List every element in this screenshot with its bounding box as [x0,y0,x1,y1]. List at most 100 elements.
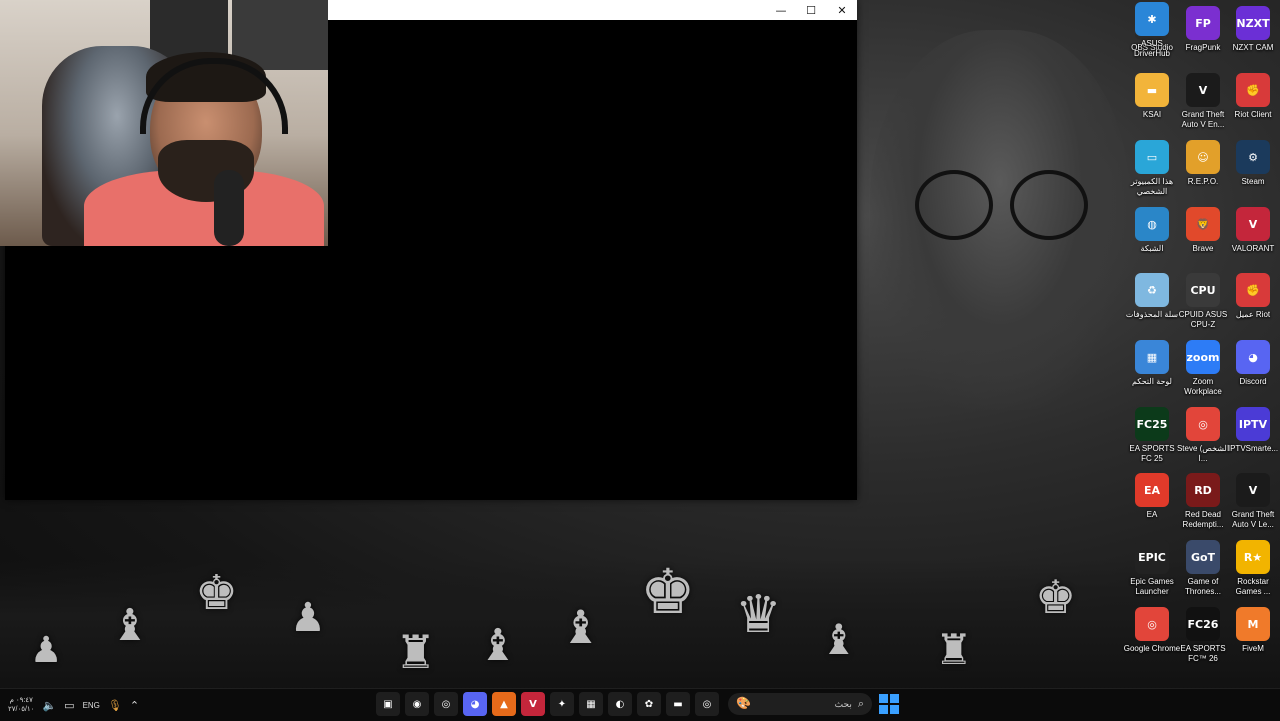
google-chrome-icon: ◎ [1135,607,1169,641]
brave-icon: 🦁 [1186,207,1220,241]
desktop-icon-label: هذا الكمبيوتر الشخصي [1130,177,1174,196]
gta-v-legacy-icon: V [1236,473,1270,507]
edge-taskbar-icon[interactable]: ◐ [608,692,632,716]
control-panel-icon: ▦ [1135,340,1169,374]
desktop-icon-label: ASUS DriverHub [1133,39,1170,58]
desktop-icon[interactable]: M FiveM [1228,607,1278,671]
language-indicator[interactable]: ENG [83,701,100,710]
desktop-icon[interactable]: ▬ KSAI [1127,73,1177,137]
game-of-thrones-icon: GoT [1186,540,1220,574]
desktop-icon-label: Riot Client [1234,110,1272,119]
riot-client-ar-icon: ✊ [1236,273,1270,307]
window-titlebar[interactable]: — ☐ ✕ [328,0,857,20]
desktop-icon[interactable]: CPU CPUID ASUS CPU-Z [1178,273,1228,337]
desktop-icon[interactable]: ✊ Riot Client [1228,73,1278,137]
chrome-2-taskbar-icon[interactable]: ◎ [695,692,719,716]
network-icon[interactable]: ▭ [64,699,74,712]
desktop-icon[interactable]: FP FragPunk [1178,6,1228,70]
minimize-button[interactable]: — [766,0,796,20]
desktop-icon-label: Google Chrome [1123,644,1181,653]
desktop-icon[interactable]: zoom Zoom Workplace [1178,340,1228,404]
search-box[interactable]: 🎨 بحث ⌕ [728,693,872,715]
file-explorer-icon[interactable]: ▬ [666,692,690,716]
repo-game-icon: ☺ [1186,140,1220,174]
asus-driverhub-icon: ✱ [1135,2,1169,36]
chrome-taskbar-icon[interactable]: ◎ [434,692,458,716]
red-dead-icon: RD [1186,473,1220,507]
desktop-icon[interactable]: ✱ ASUS DriverHub [1127,2,1177,66]
discord-taskbar-icon[interactable]: ◕ [463,692,487,716]
razer-taskbar-icon[interactable]: ✦ [550,692,574,716]
desktop-icon-label: KSAI [1142,110,1162,119]
microphone-icon [214,170,244,246]
rockstar-icon: R★ [1236,540,1270,574]
desktop-icon-label: EA [1146,510,1158,519]
valorant-taskbar-icon[interactable]: V [521,692,545,716]
start-button[interactable] [879,694,899,714]
desktop-icon[interactable]: IPTV IPTVSmarte... [1228,407,1278,471]
close-button[interactable]: ✕ [827,0,857,20]
desktop-icon[interactable]: V VALORANT [1228,207,1278,271]
desktop-icon[interactable]: ◍ الشبكة [1127,207,1177,271]
desktop-icon[interactable]: R★ Rockstar Games ... [1228,540,1278,604]
desktop-icon[interactable]: ▭ هذا الكمبيوتر الشخصي [1127,140,1177,204]
chess-piece: ♟ [290,595,326,641]
store-taskbar-icon[interactable]: ▦ [579,692,603,716]
clock[interactable]: ٠٩:٤٧ م ٢٧/٠٥/١٠ [8,696,34,714]
desktop-icon[interactable]: GoT Game of Thrones... [1178,540,1228,604]
search-highlight-icon: 🎨 [736,696,751,710]
desktop-icon-label: لوحة التحكم [1131,377,1172,386]
desktop-icon[interactable]: ✊ عميل Riot [1228,273,1278,337]
gta-v-enhanced-icon: V [1186,73,1220,107]
clock-date: ٢٧/٠٥/١٠ [8,706,35,713]
desktop-icon[interactable]: NZXT NZXT CAM [1228,6,1278,70]
chevron-up-icon[interactable]: ⌃ [130,699,139,712]
desktop-icon[interactable]: FC25 EA SPORTS FC 25 [1127,407,1177,471]
chess-piece: ♚ [1035,570,1077,624]
desktop-icon-label: EA SPORTS FC 25 [1129,444,1175,463]
chess-piece: ♛ [735,585,782,645]
desktop-icon[interactable]: ⚙ Steam [1228,140,1278,204]
folder-icon: ▬ [1135,73,1169,107]
desktop-icon[interactable]: EA EA [1127,473,1177,537]
desktop-icon-label: عميل Riot [1235,310,1271,319]
speaker-icon[interactable]: 🔈 [42,699,56,712]
fragpunk-icon: FP [1186,6,1220,40]
desktop-icon[interactable]: ♻ سلة المحذوفات [1126,273,1178,337]
desktop-icon-label: NZXT CAM [1232,43,1274,52]
ea-fc26-icon: FC26 [1186,607,1220,641]
chess-piece: ♝ [110,600,150,651]
desktop-icon[interactable]: ◕ Discord [1228,340,1278,404]
desktop-icon[interactable]: RD Red Dead Redempti... [1178,473,1228,537]
obs-taskbar-icon[interactable]: ◉ [405,692,429,716]
wallpaper-glasses-right [1010,170,1088,240]
chess-piece: ♝ [820,615,858,664]
cpu-z-icon: CPU [1186,273,1220,307]
desktop-icon[interactable]: FC26 EA SPORTS FC™ 26 [1178,607,1228,671]
ea-app-icon: EA [1135,473,1169,507]
maximize-button[interactable]: ☐ [796,0,826,20]
desktop-icon[interactable]: ☺ R.E.P.O. [1178,140,1228,204]
fivem-icon: M [1236,607,1270,641]
taskbar: ٠٩:٤٧ م ٢٧/٠٥/١٠ 🔈 ▭ ENG 🎙 ⌃ ▣ ◉ ◎ ◕ ▲ V ✦ ▦ ◐ ✿ ▬… [0,688,1280,721]
desktop-icon[interactable]: ◎ Google Chrome [1124,607,1180,671]
copilot-taskbar-icon[interactable]: ✿ [637,692,661,716]
desktop-icon-label: Grand Theft Auto V Le... [1231,510,1275,529]
desktop-icon[interactable]: EPIC Epic Games Launcher [1127,540,1177,604]
recycle-bin-icon: ♻ [1135,273,1169,307]
discord-icon: ◕ [1236,340,1270,374]
desktop-icon[interactable]: ▦ لوحة التحكم [1127,340,1177,404]
desktop-icon[interactable]: V Grand Theft Auto V En... [1178,73,1228,137]
microphone-icon[interactable]: 🎙 [108,699,122,712]
vlc-taskbar-icon[interactable]: ▲ [492,692,516,716]
desktop-icon[interactable]: 🦁 Brave [1178,207,1228,271]
riot-client-icon: ✊ [1236,73,1270,107]
desktop-icon-label: VALORANT [1231,244,1275,253]
desktop-icon[interactable]: ◎ Steve (الشخص ا... [1177,407,1229,471]
desktop-icon[interactable]: V Grand Theft Auto V Le... [1228,473,1278,537]
system-tray: ٠٩:٤٧ م ٢٧/٠٥/١٠ 🔈 ▭ ENG 🎙 ⌃ [8,689,139,721]
desktop-icon-label: FiveM [1242,644,1264,653]
pinned-app-1-icon[interactable]: ▣ [376,692,400,716]
chess-piece: ♚ [195,565,239,621]
chrome-profile-icon: ◎ [1186,407,1220,441]
